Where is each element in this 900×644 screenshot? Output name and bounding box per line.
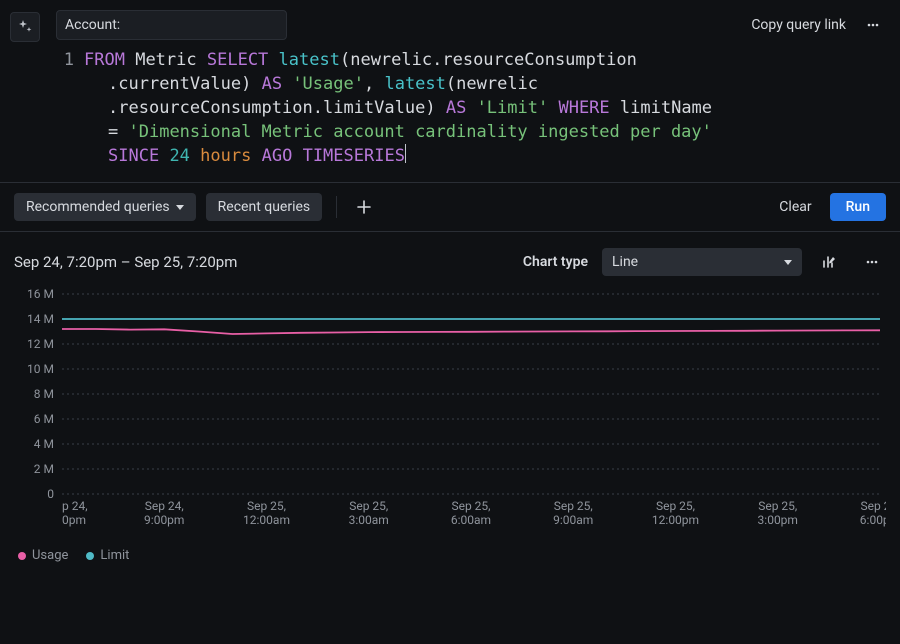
svg-text:9:00am: 9:00am (553, 513, 593, 527)
dots-icon (866, 18, 880, 32)
svg-text:10 M: 10 M (27, 362, 54, 376)
account-input[interactable] (128, 16, 278, 34)
svg-text:9:00pm: 9:00pm (144, 513, 184, 527)
legend-dot-usage (18, 552, 26, 560)
svg-text:12:00am: 12:00am (243, 513, 290, 527)
account-picker[interactable]: Account: (56, 10, 287, 40)
svg-text:Sep 25,: Sep 25, (758, 499, 797, 513)
time-range-label: Sep 24, 7:20pm – Sep 25, 7:20pm (14, 253, 237, 271)
query-toolbar: Recommended queries Recent queries Clear… (0, 183, 900, 232)
dots-icon (865, 255, 879, 269)
plus-icon (356, 199, 372, 215)
ai-assist-button[interactable] (10, 12, 40, 42)
text-cursor (405, 144, 406, 163)
svg-text:2 M: 2 M (34, 462, 54, 476)
chart-more-button[interactable] (858, 248, 886, 276)
recent-queries-button[interactable]: Recent queries (206, 193, 322, 221)
query-editor[interactable]: 1 FROM Metric SELECT latest(newrelic.res… (56, 48, 886, 182)
editor-header: Account: Copy query link 1 FROM Metric S… (0, 0, 900, 183)
svg-text:Sep 24,: Sep 24, (145, 499, 184, 513)
svg-text:14 M: 14 M (27, 312, 54, 326)
legend-item-limit[interactable]: Limit (86, 548, 129, 563)
line-chart: 0 2 M 4 M 6 M 8 M 10 M 12 M 14 M 16 M p 24,0pm Sep… (14, 288, 886, 538)
svg-text:Sep 25,: Sep 25, (247, 499, 286, 513)
chart-edit-icon (822, 254, 838, 270)
line-number: 1 (56, 48, 74, 72)
chevron-down-icon (176, 205, 184, 210)
svg-text:0: 0 (47, 487, 54, 501)
legend-item-usage[interactable]: Usage (18, 548, 68, 563)
svg-text:Sep 25,: Sep 25, (656, 499, 695, 513)
svg-text:6 M: 6 M (34, 412, 54, 426)
svg-text:Sep 25,: Sep 25, (349, 499, 388, 513)
chart-type-label: Chart type (523, 254, 588, 270)
header-more-button[interactable] (860, 12, 886, 38)
run-button[interactable]: Run (830, 193, 886, 221)
svg-text:16 M: 16 M (27, 288, 54, 301)
chevron-down-icon (784, 260, 792, 265)
svg-text:4 M: 4 M (34, 437, 54, 451)
query-code[interactable]: FROM Metric SELECT latest(newrelic.resou… (84, 48, 886, 168)
chart-area: 0 2 M 4 M 6 M 8 M 10 M 12 M 14 M 16 M p 24,0pm Sep… (14, 288, 886, 538)
chart-legend: Usage Limit (0, 538, 900, 573)
chart-meta-row: Sep 24, 7:20pm – Sep 25, 7:20pm Chart ty… (0, 232, 900, 282)
legend-dot-limit (86, 552, 94, 560)
svg-text:p 24,: p 24, (62, 499, 88, 513)
account-label: Account: (65, 17, 120, 33)
recommended-queries-button[interactable]: Recommended queries (14, 193, 196, 221)
svg-text:Sep 25,: Sep 25, (451, 499, 490, 513)
svg-text:12 M: 12 M (27, 337, 54, 351)
svg-text:8 M: 8 M (34, 387, 54, 401)
svg-text:6:00pm: 6:00pm (860, 513, 886, 527)
svg-text:Sep 25,: Sep 25, (554, 499, 593, 513)
chart-settings-button[interactable] (816, 248, 844, 276)
copy-query-link[interactable]: Copy query link (751, 17, 846, 33)
svg-text:Sep 25,: Sep 25, (860, 499, 886, 513)
svg-text:3:00am: 3:00am (349, 513, 389, 527)
divider (336, 196, 337, 218)
svg-text:0pm: 0pm (62, 513, 86, 527)
svg-text:12:00pm: 12:00pm (652, 513, 699, 527)
add-query-button[interactable] (351, 194, 377, 220)
clear-button[interactable]: Clear (771, 193, 819, 221)
chart-type-select[interactable]: Line (602, 248, 802, 276)
svg-text:6:00am: 6:00am (451, 513, 491, 527)
sparkle-icon (17, 19, 33, 35)
svg-text:3:00pm: 3:00pm (758, 513, 798, 527)
